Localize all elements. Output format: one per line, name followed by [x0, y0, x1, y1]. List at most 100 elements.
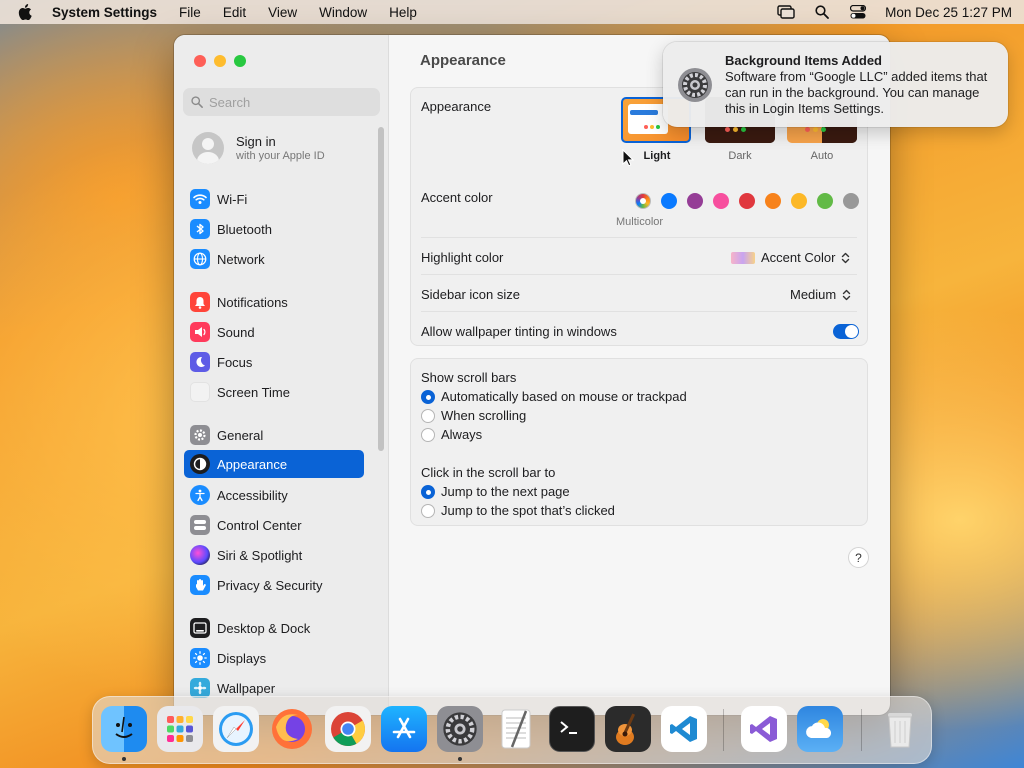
radio-button[interactable]	[421, 503, 435, 518]
radio-button[interactable]	[421, 408, 435, 423]
speaker-icon	[190, 322, 210, 342]
sidebar-icon-size-value: Medium	[790, 287, 837, 302]
trash-icon[interactable]	[877, 706, 923, 752]
accent-swatch-multicolor[interactable]	[635, 193, 651, 209]
accent-swatch-graphite[interactable]	[843, 193, 859, 209]
notification-title: Background Items Added	[725, 53, 882, 68]
radio-button[interactable]	[421, 484, 435, 499]
sidebar-item-accessibility[interactable]: Accessibility	[184, 481, 364, 509]
sidebar-item-bluetooth[interactable]: Bluetooth	[184, 215, 364, 243]
siri-icon	[190, 545, 210, 565]
accent-swatch-blue[interactable]	[661, 193, 677, 209]
textedit-icon[interactable]	[493, 706, 539, 752]
terminal-icon[interactable]	[549, 706, 595, 752]
highlight-color-popup[interactable]: Accent Color	[731, 250, 850, 265]
system-settings-icon[interactable]	[437, 706, 483, 752]
control-center-icon	[190, 515, 210, 535]
sidebar-item-desktop-dock[interactable]: Desktop & Dock	[184, 614, 364, 642]
wallpaper-tinting-toggle[interactable]	[833, 324, 859, 339]
radio-click-spot[interactable]: Jump to the spot that’s clicked	[421, 503, 615, 518]
running-indicator	[122, 757, 126, 761]
radio-label: Always	[441, 427, 483, 442]
sidebar-icon-size-popup[interactable]: Medium	[790, 287, 851, 302]
wifi-icon	[190, 189, 210, 209]
garageband-icon[interactable]	[605, 706, 651, 752]
sidebar-item-label: Desktop & Dock	[217, 620, 311, 636]
search-icon	[191, 96, 203, 108]
sidebar-item-label: Sound	[217, 324, 255, 340]
radio-click-next-page[interactable]: Jump to the next page	[421, 484, 570, 499]
divider	[421, 237, 857, 238]
radio-scroll-when-scrolling[interactable]: When scrolling	[421, 408, 526, 423]
sidebar-item-sound[interactable]: Sound	[184, 318, 364, 346]
sidebar-item-label: Network	[217, 251, 265, 267]
accent-swatch-red[interactable]	[739, 193, 755, 209]
sidebar-item-displays[interactable]: Displays	[184, 644, 364, 672]
control-center-icon[interactable]	[849, 4, 867, 20]
radio-button[interactable]	[421, 389, 435, 404]
accent-swatch-purple[interactable]	[687, 193, 703, 209]
notification-banner[interactable]: Background Items Added Software from “Go…	[663, 42, 1008, 127]
visual-studio-icon[interactable]	[741, 706, 787, 752]
menu-help[interactable]: Help	[389, 5, 417, 20]
sidebar-item-label: Notifications	[217, 294, 288, 310]
sidebar-item-network[interactable]: Network	[184, 245, 364, 273]
menu-view[interactable]: View	[268, 5, 297, 20]
vscode-icon[interactable]	[661, 706, 707, 752]
menubar-clock[interactable]: Mon Dec 25 1:27 PM	[885, 5, 1012, 20]
finder-icon[interactable]	[101, 706, 147, 752]
radio-label: Jump to the spot that’s clicked	[441, 503, 615, 518]
accent-swatch-yellow[interactable]	[791, 193, 807, 209]
zoom-button[interactable]	[234, 55, 246, 67]
sidebar-scrollbar[interactable]	[378, 127, 384, 451]
hourglass-icon	[190, 382, 210, 402]
sidebar-item-screen-time[interactable]: Screen Time	[184, 378, 364, 406]
spotlight-search-icon[interactable]	[813, 4, 831, 20]
system-settings-icon	[678, 68, 712, 102]
sidebar-item-wifi[interactable]: Wi-Fi	[184, 185, 364, 213]
search-input[interactable]	[209, 94, 369, 110]
apple-menu-icon[interactable]	[18, 4, 34, 20]
sidebar-item-siri-spotlight[interactable]: Siri & Spotlight	[184, 541, 364, 569]
radio-label: When scrolling	[441, 408, 527, 423]
accent-swatch-pink[interactable]	[713, 193, 729, 209]
menu-edit[interactable]: Edit	[223, 5, 246, 20]
close-button[interactable]	[194, 55, 206, 67]
sidebar-item-appearance[interactable]: Appearance	[184, 450, 364, 478]
running-indicator	[458, 757, 462, 761]
sidebar-item-notifications[interactable]: Notifications	[184, 288, 364, 316]
screen-mirroring-icon[interactable]	[777, 4, 795, 20]
minimize-button[interactable]	[214, 55, 226, 67]
main-pane: Appearance Appearance Light Dark Auto Ac…	[390, 35, 890, 715]
sidebar-item-control-center[interactable]: Control Center	[184, 511, 364, 539]
accent-selected-label: Multicolor	[616, 216, 664, 228]
divider	[421, 311, 857, 312]
help-button[interactable]: ?	[848, 547, 869, 568]
apple-id-signin[interactable]: Sign in with your Apple ID	[192, 132, 325, 164]
radio-button[interactable]	[421, 427, 435, 442]
menu-app-name[interactable]: System Settings	[52, 5, 157, 20]
divider	[421, 274, 857, 275]
safari-icon[interactable]	[213, 706, 259, 752]
sidebar: Sign in with your Apple ID Wi-Fi Bluetoo…	[174, 35, 389, 715]
sidebar-item-focus[interactable]: Focus	[184, 348, 364, 376]
click-scroll-bar-label: Click in the scroll bar to	[421, 465, 556, 480]
firefox-icon[interactable]	[269, 706, 315, 752]
app-store-icon[interactable]	[381, 706, 427, 752]
sidebar-item-label: Wi-Fi	[217, 191, 248, 207]
accent-swatch-orange[interactable]	[765, 193, 781, 209]
launchpad-icon[interactable]	[157, 706, 203, 752]
sidebar-item-privacy-security[interactable]: Privacy & Security	[184, 571, 364, 599]
sidebar-item-label: Displays	[217, 650, 267, 666]
sidebar-item-general[interactable]: General	[184, 421, 364, 449]
chrome-icon[interactable]	[325, 706, 371, 752]
hand-icon	[190, 575, 210, 595]
menu-file[interactable]: File	[179, 5, 201, 20]
radio-scroll-always[interactable]: Always	[421, 427, 482, 442]
scroll-bars-group: Show scroll bars Automatically based on …	[410, 358, 868, 526]
search-field[interactable]	[183, 88, 380, 116]
menu-window[interactable]: Window	[319, 5, 367, 20]
weather-icon[interactable]	[797, 706, 843, 752]
radio-scroll-automatic[interactable]: Automatically based on mouse or trackpad	[421, 389, 687, 404]
accent-swatch-green[interactable]	[817, 193, 833, 209]
